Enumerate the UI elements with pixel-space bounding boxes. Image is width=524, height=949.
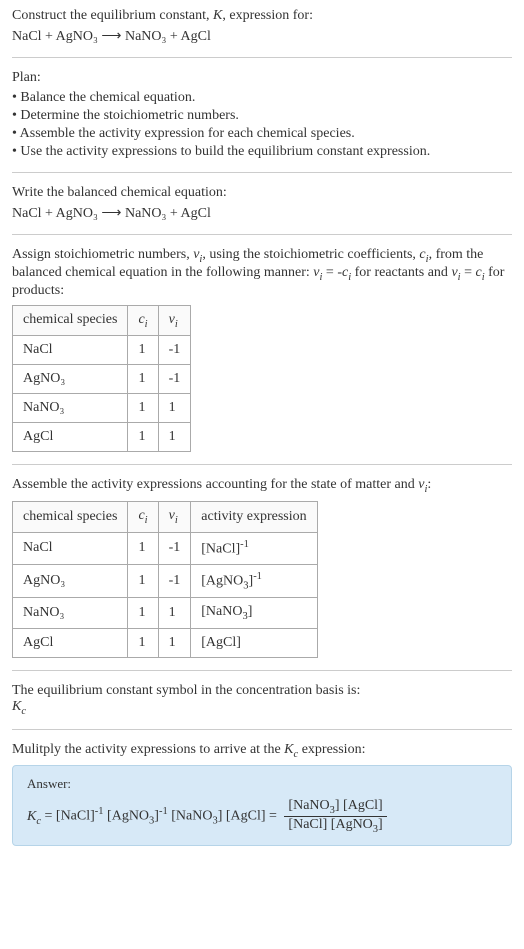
answer-expression: Kc = [NaCl]-1 [AgNO3]-1 [NaNO3] [AgCl] =… — [27, 798, 497, 835]
cell-vi: -1 — [158, 532, 191, 564]
plan-item: Assemble the activity expression for eac… — [12, 126, 512, 142]
table-row: AgCl 1 1 [AgCl] — [13, 628, 318, 657]
balanced-equation: NaCl + AgNO₃ ⟶ NaNO₃ + AgCl — [12, 205, 512, 222]
cell-ci: 1 — [128, 532, 158, 564]
col-header: ci — [128, 502, 158, 533]
activity-intro: Assemble the activity expressions accoun… — [12, 477, 512, 495]
col-header: chemical species — [13, 305, 128, 336]
table-row: AgCl 1 1 — [13, 423, 191, 452]
plan-section: Plan: Balance the chemical equation. Det… — [12, 70, 512, 160]
cell-species: NaCl — [13, 532, 128, 564]
answer-label: Answer: — [27, 776, 497, 792]
activity-table: chemical species ci νi activity expressi… — [12, 501, 318, 658]
cell-ci: 1 — [128, 564, 158, 597]
activity-section: Assemble the activity expressions accoun… — [12, 477, 512, 658]
plan-title: Plan: — [12, 70, 512, 86]
stoich-intro: Assign stoichiometric numbers, νi, using… — [12, 247, 512, 299]
table-row: NaNO₃ 1 1 — [13, 394, 191, 423]
basis-line2: Kc — [12, 699, 512, 717]
cell-ci: 1 — [128, 336, 158, 365]
cell-vi: -1 — [158, 365, 191, 394]
divider — [12, 729, 512, 730]
plan-item: Balance the chemical equation. — [12, 90, 512, 106]
cell-expr: [NaNO3] — [191, 598, 317, 629]
cell-species: AgCl — [13, 628, 128, 657]
cell-vi: 1 — [158, 628, 191, 657]
document-root: Construct the equilibrium constant, K, e… — [0, 0, 524, 862]
header-intro: Construct the equilibrium constant, K, e… — [12, 8, 512, 24]
divider — [12, 670, 512, 671]
fraction: [NaNO3] [AgCl] [NaCl] [AgNO3] — [284, 798, 386, 835]
table-row: AgNO₃ 1 -1 [AgNO3]-1 — [13, 564, 318, 597]
table-row: AgNO₃ 1 -1 — [13, 365, 191, 394]
balanced-title: Write the balanced chemical equation: — [12, 185, 512, 201]
cell-vi: 1 — [158, 394, 191, 423]
multiply-title: Mulitply the activity expressions to arr… — [12, 742, 512, 760]
cell-ci: 1 — [128, 394, 158, 423]
divider — [12, 234, 512, 235]
cell-ci: 1 — [128, 423, 158, 452]
basis-line1: The equilibrium constant symbol in the c… — [12, 683, 512, 699]
cell-species: AgCl — [13, 423, 128, 452]
col-header: activity expression — [191, 502, 317, 533]
cell-species: AgNO₃ — [13, 564, 128, 597]
stoich-table: chemical species ci νi NaCl 1 -1 AgNO₃ 1… — [12, 305, 191, 453]
cell-ci: 1 — [128, 365, 158, 394]
table-row: NaNO₃ 1 1 [NaNO3] — [13, 598, 318, 629]
col-header: ci — [128, 305, 158, 336]
col-header: chemical species — [13, 502, 128, 533]
balanced-section: Write the balanced chemical equation: Na… — [12, 185, 512, 222]
table-row: NaCl 1 -1 — [13, 336, 191, 365]
col-header: νi — [158, 502, 191, 533]
header-section: Construct the equilibrium constant, K, e… — [12, 8, 512, 45]
fraction-denominator: [NaCl] [AgNO3] — [284, 817, 386, 835]
fraction-numerator: [NaNO3] [AgCl] — [284, 798, 386, 817]
divider — [12, 464, 512, 465]
cell-ci: 1 — [128, 598, 158, 629]
cell-ci: 1 — [128, 628, 158, 657]
cell-vi: -1 — [158, 564, 191, 597]
divider — [12, 172, 512, 173]
basis-section: The equilibrium constant symbol in the c… — [12, 683, 512, 717]
cell-vi: -1 — [158, 336, 191, 365]
cell-vi: 1 — [158, 598, 191, 629]
cell-expr: [AgCl] — [191, 628, 317, 657]
cell-species: NaNO₃ — [13, 598, 128, 629]
table-row: NaCl 1 -1 [NaCl]-1 — [13, 532, 318, 564]
cell-expr: [NaCl]-1 — [191, 532, 317, 564]
col-header: νi — [158, 305, 191, 336]
table-header-row: chemical species ci νi — [13, 305, 191, 336]
stoich-section: Assign stoichiometric numbers, νi, using… — [12, 247, 512, 452]
multiply-section: Mulitply the activity expressions to arr… — [12, 742, 512, 846]
plan-item: Use the activity expressions to build th… — [12, 144, 512, 160]
plan-list: Balance the chemical equation. Determine… — [12, 90, 512, 160]
cell-species: NaCl — [13, 336, 128, 365]
divider — [12, 57, 512, 58]
cell-species: AgNO₃ — [13, 365, 128, 394]
header-equation: NaCl + AgNO₃ ⟶ NaNO₃ + AgCl — [12, 28, 512, 45]
plan-item: Determine the stoichiometric numbers. — [12, 108, 512, 124]
answer-box: Answer: Kc = [NaCl]-1 [AgNO3]-1 [NaNO3] … — [12, 765, 512, 846]
cell-species: NaNO₃ — [13, 394, 128, 423]
table-header-row: chemical species ci νi activity expressi… — [13, 502, 318, 533]
cell-expr: [AgNO3]-1 — [191, 564, 317, 597]
cell-vi: 1 — [158, 423, 191, 452]
